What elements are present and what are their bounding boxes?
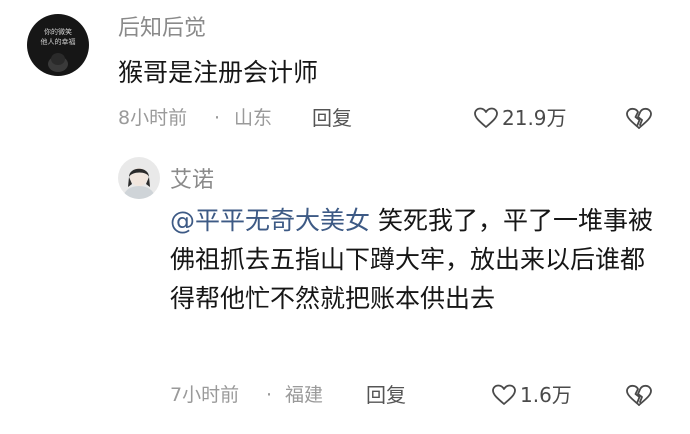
comment-text: 猴哥是注册会计师 — [118, 58, 319, 87]
comment-location: 山东 — [234, 107, 273, 129]
comment-time: 7小时前 — [170, 384, 240, 406]
avatar[interactable]: 你的微笑 他人的幸福 — [27, 14, 89, 76]
like-count: 21.9万 — [502, 106, 567, 130]
comment-time: 8小时前 — [118, 107, 188, 129]
meta-separator: · — [214, 107, 221, 129]
broken-heart-icon — [626, 107, 652, 129]
dislike-button[interactable] — [626, 384, 652, 411]
meta-separator: · — [266, 384, 273, 406]
like-count: 1.6万 — [520, 383, 572, 407]
avatar[interactable] — [118, 157, 160, 199]
comment-1: 你的微笑 他人的幸福 后知后觉 猴哥是注册会计师 8小时前 · 山东 回复 21… — [0, 0, 690, 145]
comment-location: 福建 — [285, 384, 324, 406]
avatar-image: 你的微笑 他人的幸福 — [27, 14, 89, 76]
heart-outline-icon — [492, 384, 516, 405]
broken-heart-icon — [626, 384, 652, 406]
like-button[interactable]: 1.6万 — [492, 383, 572, 407]
comment-2: 艾诺 @平平无奇大美女 笑死我了，平了一堆事被佛祖抓去五指山下蹲大牢，放出来以后… — [0, 145, 690, 434]
avatar-text-2: 他人的幸福 — [41, 37, 76, 46]
avatar-image — [118, 157, 160, 199]
heart-outline-icon — [474, 107, 498, 128]
comment-text: @平平无奇大美女 笑死我了，平了一堆事被佛祖抓去五指山下蹲大牢，放出来以后谁都得… — [170, 201, 665, 318]
reply-button[interactable]: 回复 — [312, 106, 352, 130]
username[interactable]: 后知后觉 — [118, 16, 206, 42]
reply-button[interactable]: 回复 — [366, 383, 406, 407]
avatar-text-1: 你的微笑 — [44, 27, 72, 36]
dislike-button[interactable] — [626, 107, 652, 134]
like-button[interactable]: 21.9万 — [474, 106, 567, 130]
mention-link[interactable]: @平平无奇大美女 — [170, 206, 370, 235]
username[interactable]: 艾诺 — [170, 168, 214, 194]
